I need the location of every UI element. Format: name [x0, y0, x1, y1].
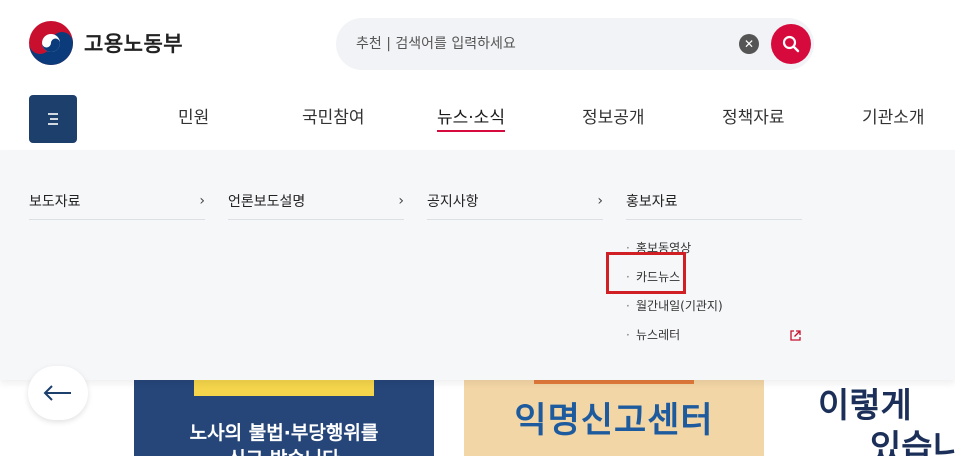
dropdown-link-press-release[interactable]: 보도자료 ›	[29, 190, 205, 220]
banner-line: 노사의 불법·부당행위를	[189, 422, 379, 444]
site-header: 고용노동부 ✕ 민원 국민참여 뉴스·소식 정보공개 정책자료 기관소개	[0, 0, 955, 150]
dropdown-link-press-explanation[interactable]: 언론보도설명 ›	[228, 190, 404, 220]
dropdown-link-label: 언론보도설명	[228, 193, 306, 210]
nav-item-information[interactable]: 정보공개	[582, 103, 645, 128]
nav-item-civil-petition[interactable]: 민원	[178, 103, 209, 128]
dropdown-link-label: 홍보자료	[626, 193, 678, 210]
search-bar: ✕	[336, 18, 814, 70]
chevron-right-icon: ›	[199, 192, 205, 209]
arrow-left-icon	[43, 385, 71, 401]
nav-item-news-label: 뉴스·소식	[437, 108, 505, 128]
chevron-right-icon: ›	[597, 192, 603, 209]
clear-icon[interactable]: ✕	[739, 34, 759, 54]
nav-item-about[interactable]: 기관소개	[862, 103, 925, 128]
site-name: 고용노동부	[84, 32, 184, 56]
dropdown-link-label: 보도자료	[29, 193, 81, 210]
banner-illegal-report[interactable]: 노사의 불법·부당행위를 신고 받습니다	[134, 370, 434, 456]
active-nav-underline	[437, 130, 505, 132]
banner-third[interactable]: 이렇게 있습니	[810, 370, 955, 456]
dropdown-column: 언론보도설명 ›	[228, 190, 404, 220]
external-link-icon	[790, 330, 801, 341]
sub-item-label: 월간내일(기관지)	[636, 299, 723, 313]
dropdown-link-promotion[interactable]: 홍보자료	[626, 190, 802, 220]
nav-item-policy[interactable]: 정책자료	[722, 103, 785, 128]
site-logo[interactable]: 고용노동부	[28, 20, 183, 66]
bullet: ·	[626, 328, 630, 342]
main-navigation: 민원 국민참여 뉴스·소식 정보공개 정책자료 기관소개	[0, 103, 955, 133]
chevron-right-icon: ›	[398, 192, 404, 209]
taegeuk-logo-icon	[29, 21, 73, 65]
card-news-highlight-box	[606, 252, 686, 294]
search-button[interactable]	[771, 24, 811, 64]
sub-item-label: 뉴스레터	[636, 328, 681, 342]
sub-item-monthly-magazine[interactable]: · 월간내일(기관지)	[626, 292, 802, 321]
banner-title: 익명신고센터	[514, 401, 714, 441]
dropdown-link-notice[interactable]: 공지사항 ›	[427, 190, 603, 220]
banner-line: 신고 받습니다	[134, 444, 434, 456]
banner-anonymous-report[interactable]: 익명신고센터	[464, 370, 764, 456]
search-icon	[782, 35, 800, 53]
bullet: ·	[626, 299, 630, 313]
search-input[interactable]	[356, 31, 736, 57]
banner-line: 있습니	[870, 428, 955, 456]
nav-item-participation[interactable]: 국민참여	[302, 103, 365, 128]
nav-item-news[interactable]: 뉴스·소식	[437, 103, 505, 132]
dropdown-link-label: 공지사항	[427, 193, 479, 210]
news-dropdown-panel: 보도자료 › 언론보도설명 › 공지사항 › 홍보자료 · 홍보동영상 · 카드…	[0, 150, 955, 380]
dropdown-column: 보도자료 ›	[29, 190, 205, 220]
sub-item-newsletter[interactable]: · 뉴스레터	[626, 321, 802, 350]
carousel-prev-button[interactable]	[28, 366, 88, 420]
dropdown-column: 공지사항 ›	[427, 190, 603, 220]
